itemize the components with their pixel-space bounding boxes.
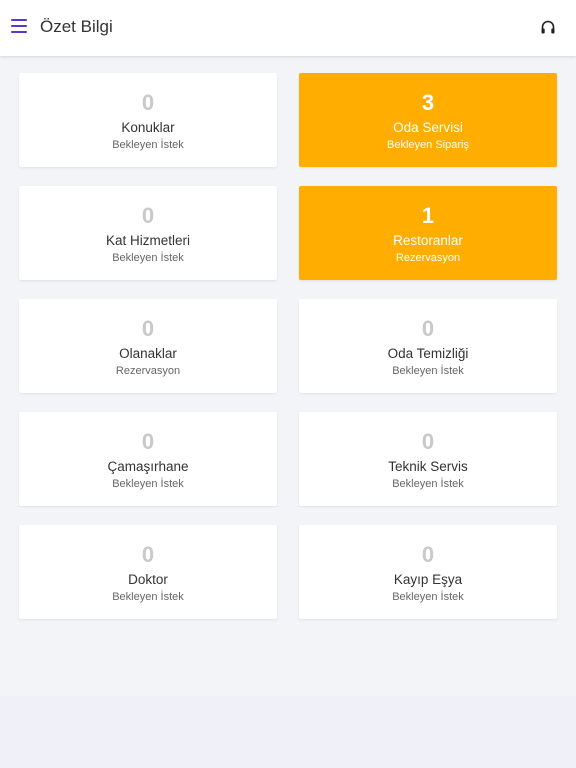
- card-subtitle: Bekleyen İstek: [112, 139, 184, 151]
- app-bar: Özet Bilgi: [0, 0, 576, 56]
- card-title: Oda Servisi: [393, 120, 463, 135]
- card-teknik-servis[interactable]: 0 Teknik Servis Bekleyen İstek: [299, 412, 557, 506]
- headset-icon[interactable]: [540, 19, 556, 37]
- card-title: Kayıp Eşya: [393, 572, 463, 587]
- card-count: 0: [141, 429, 155, 454]
- card-count: 3: [421, 90, 435, 115]
- card-count: 1: [421, 203, 435, 228]
- card-subtitle: Bekleyen İstek: [112, 478, 184, 490]
- card-count: 0: [421, 542, 435, 567]
- card-count: 0: [141, 542, 155, 567]
- card-title: Doktor: [128, 572, 168, 587]
- card-kat-hizmetleri[interactable]: 0 Kat Hizmetleri Bekleyen İstek: [19, 186, 277, 280]
- card-subtitle: Rezervasyon: [115, 365, 181, 377]
- card-count: 0: [421, 316, 435, 341]
- card-subtitle: Bekleyen İstek: [112, 591, 184, 603]
- card-count: 0: [421, 429, 435, 454]
- page-title: Özet Bilgi: [40, 17, 113, 36]
- card-count: 0: [141, 316, 155, 341]
- card-subtitle: Bekleyen Sipariş: [387, 139, 469, 151]
- card-title: Konuklar: [121, 120, 175, 135]
- card-konuklar[interactable]: 0 Konuklar Bekleyen İstek: [19, 73, 277, 167]
- card-title: Çamaşırhane: [107, 459, 189, 474]
- card-doktor[interactable]: 0 Doktor Bekleyen İstek: [19, 525, 277, 619]
- card-subtitle: Bekleyen İstek: [392, 365, 464, 377]
- card-camasirhane[interactable]: 0 Çamaşırhane Bekleyen İstek: [19, 412, 277, 506]
- card-subtitle: Bekleyen İstek: [392, 591, 464, 603]
- card-oda-servisi[interactable]: 3 Oda Servisi Bekleyen Sipariş: [299, 73, 557, 167]
- card-title: Teknik Servis: [388, 459, 468, 474]
- hamburger-menu-icon[interactable]: [10, 17, 30, 35]
- card-subtitle: Rezervasyon: [395, 252, 461, 264]
- card-restoranlar[interactable]: 1 Restoranlar Rezervasyon: [299, 186, 557, 280]
- bottom-area: [0, 696, 576, 768]
- card-title: Olanaklar: [119, 346, 177, 361]
- card-title: Restoranlar: [393, 233, 463, 248]
- card-count: 0: [141, 203, 155, 228]
- card-count: 0: [141, 90, 155, 115]
- card-oda-temizligi[interactable]: 0 Oda Temizliği Bekleyen İstek: [299, 299, 557, 393]
- card-subtitle: Bekleyen İstek: [392, 478, 464, 490]
- card-kayip-esya[interactable]: 0 Kayıp Eşya Bekleyen İstek: [299, 525, 557, 619]
- card-title: Kat Hizmetleri: [105, 233, 191, 248]
- card-subtitle: Bekleyen İstek: [112, 252, 184, 264]
- card-title: Oda Temizliği: [387, 346, 469, 361]
- card-olanaklar[interactable]: 0 Olanaklar Rezervasyon: [19, 299, 277, 393]
